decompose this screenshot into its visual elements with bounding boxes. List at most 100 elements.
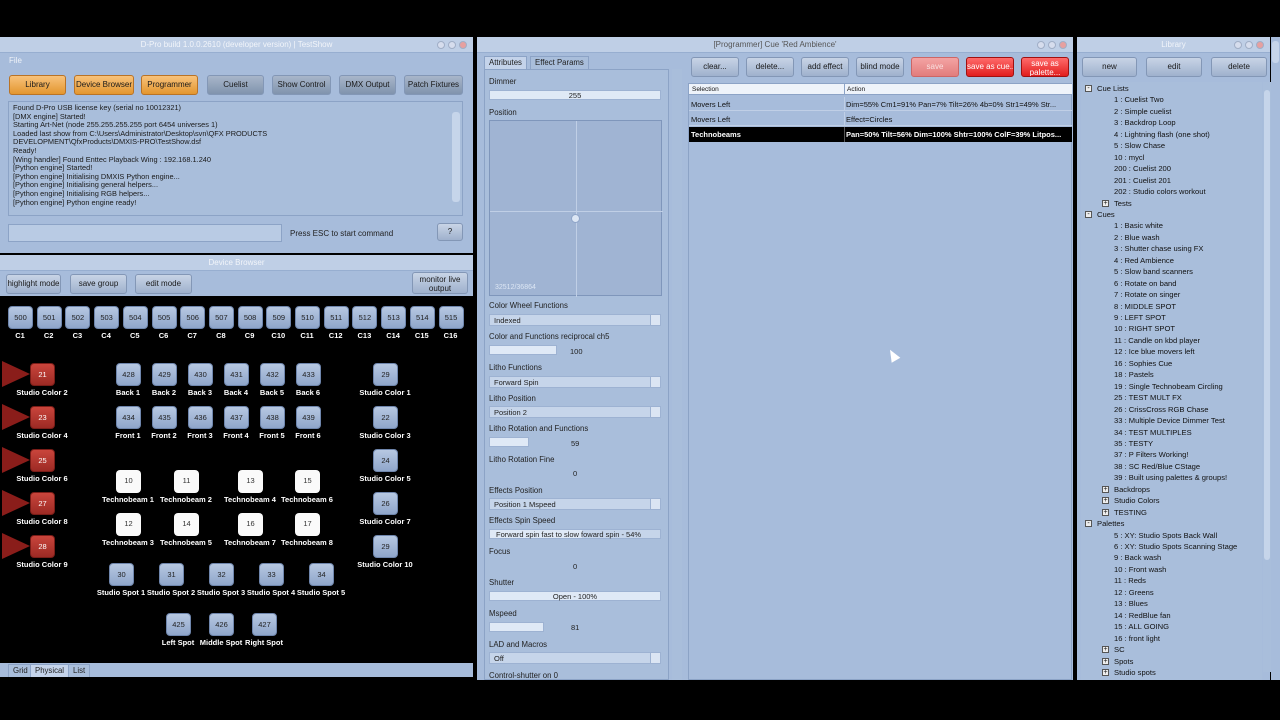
position-pad[interactable]: 32512/36864 [489,120,663,297]
blind-mode-button[interactable]: blind mode [856,57,904,77]
tree-item[interactable]: Studio Colors [1114,496,1160,505]
device-tile[interactable]: 501 [36,306,62,329]
device-tile[interactable]: 14 [174,513,199,536]
tree-item[interactable]: 25 : TEST MULT FX [1114,393,1182,402]
cuelist-button[interactable]: Cuelist [207,75,264,95]
tree-item[interactable]: 6 : XY: Studio Spots Scanning Stage [1114,542,1237,551]
device-tile[interactable]: 12 [116,513,141,536]
patch-fixtures-button[interactable]: Patch Fixtures [404,75,463,95]
litho-rotation-slider[interactable] [489,437,529,447]
library-scrollbar[interactable] [1263,82,1271,672]
tree-group[interactable]: Cues [1097,210,1115,219]
tab-attributes[interactable]: Attributes [484,56,527,69]
device-tile[interactable]: 29 [373,535,398,558]
tree-item[interactable]: 5 : Slow Chase [1114,141,1165,150]
tree-item[interactable]: 16 : front light [1114,634,1160,643]
collapse-icon[interactable]: - [1085,520,1092,528]
device-tile[interactable]: 513 [381,306,407,329]
device-tile[interactable]: 508 [237,306,263,329]
device-tile[interactable]: 25 [30,449,55,472]
device-tile[interactable]: 28 [30,535,55,558]
device-tile[interactable]: 425 [166,613,191,636]
expand-icon[interactable]: + [1102,485,1109,493]
lad-select[interactable]: Off [489,652,661,664]
table-row-selected[interactable]: Technobeams Pan=50% Tilt=56% Dim=100% Sh… [689,127,1072,142]
maximize-icon[interactable] [448,41,456,49]
device-tile[interactable]: 515 [438,306,464,329]
window-edge-scrollbar[interactable] [1271,37,1280,680]
close-icon[interactable] [1059,41,1067,49]
expand-icon[interactable]: + [1102,657,1109,665]
tree-item[interactable]: Spots [1114,657,1133,666]
device-tile[interactable]: 21 [30,363,55,386]
header-selection[interactable]: Selection [692,86,719,93]
command-input[interactable] [8,224,282,242]
tree-item[interactable]: 4 : Red Ambience [1114,256,1174,265]
dimmer-slider[interactable]: 255 [489,90,661,100]
device-tile[interactable]: 31 [159,563,184,586]
device-browser-button[interactable]: Device Browser [74,75,134,95]
library-new-button[interactable]: new [1082,57,1137,77]
library-delete-button[interactable]: delete [1211,57,1267,77]
add-effect-button[interactable]: add effect [801,57,849,77]
tree-item[interactable]: 12 : Ice blue movers left [1114,347,1195,356]
shutter-slider[interactable]: Open - 100% [489,591,661,601]
device-tile[interactable]: 15 [295,470,320,493]
device-tile[interactable]: 13 [238,470,263,493]
edit-mode-button[interactable]: edit mode [135,274,192,294]
device-tile[interactable]: 512 [352,306,378,329]
device-tile[interactable]: 30 [109,563,134,586]
tree-item[interactable]: 4 : Lightning flash (one shot) [1114,130,1210,139]
library-edit-button[interactable]: edit [1146,57,1202,77]
tree-item[interactable]: 26 : CrissCross RGB Chase [1114,405,1209,414]
tree-item[interactable]: SC [1114,645,1125,654]
save-as-cue-button[interactable]: save as cue... [966,57,1014,77]
tree-item[interactable]: 8 : MIDDLE SPOT [1114,302,1176,311]
device-tile[interactable]: 26 [373,492,398,515]
device-tile[interactable]: 426 [209,613,234,636]
device-tile[interactable]: 435 [152,406,177,429]
device-tile[interactable]: 11 [174,470,199,493]
device-tile[interactable]: 509 [266,306,292,329]
device-tile[interactable]: 17 [295,513,320,536]
device-tile[interactable]: 500 [8,306,33,329]
log-scrollbar[interactable] [452,112,460,202]
tree-item[interactable]: 35 : TESTY [1114,439,1153,448]
device-tile[interactable]: 510 [295,306,320,329]
tree-item[interactable]: 2 : Blue wash [1114,233,1160,242]
device-tile[interactable]: 503 [94,306,120,329]
effects-spin-slider[interactable]: Forward spin fast to slow foward spin - … [489,529,661,539]
tree-item[interactable]: 3 : Shutter chase using FX [1114,244,1204,253]
device-tile[interactable]: 427 [252,613,277,636]
tree-group[interactable]: Palettes [1097,519,1124,528]
save-as-palette-button[interactable]: save as palette... [1021,57,1069,77]
device-tile[interactable]: 436 [188,406,213,429]
highlight-mode-button[interactable]: highlight mode [6,274,61,294]
tree-item[interactable]: 34 : TEST MULTIPLES [1114,428,1192,437]
tree-item[interactable]: 38 : SC Red/Blue CStage [1114,462,1200,471]
device-tile[interactable]: 24 [373,449,398,472]
expand-icon[interactable]: + [1102,199,1109,207]
close-icon[interactable] [1256,41,1264,49]
tree-item[interactable]: 202 : Studio colors workout [1114,187,1206,196]
tree-item[interactable]: 18 : Pastels [1114,370,1154,379]
table-row[interactable]: Movers Left Effect=Circles [689,112,1072,126]
litho-functions-select[interactable]: Forward Spin [489,376,661,388]
tree-item[interactable]: 9 : LEFT SPOT [1114,313,1166,322]
tree-item[interactable]: 33 : Multiple Device Dimmer Test [1114,416,1225,425]
device-tile[interactable]: 23 [30,406,55,429]
device-tile[interactable]: 514 [409,306,435,329]
tree-item[interactable]: 10 : RIGHT SPOT [1114,324,1175,333]
mspeed-slider[interactable] [489,622,544,632]
tree-item[interactable]: 2 : Simple cuelist [1114,107,1171,116]
position-handle[interactable] [571,214,580,223]
device-tile[interactable]: 434 [116,406,141,429]
clear-button[interactable]: clear... [691,57,739,77]
tree-item[interactable]: 7 : Rotate on singer [1114,290,1180,299]
tree-item[interactable]: 15 : ALL GOING [1114,622,1169,631]
tree-item[interactable]: 37 : P Filters Working! [1114,450,1188,459]
expand-icon[interactable]: + [1102,508,1109,516]
tree-item[interactable]: 200 : Cuelist 200 [1114,164,1171,173]
minimize-icon[interactable] [437,41,445,49]
device-tile[interactable]: 32 [209,563,234,586]
